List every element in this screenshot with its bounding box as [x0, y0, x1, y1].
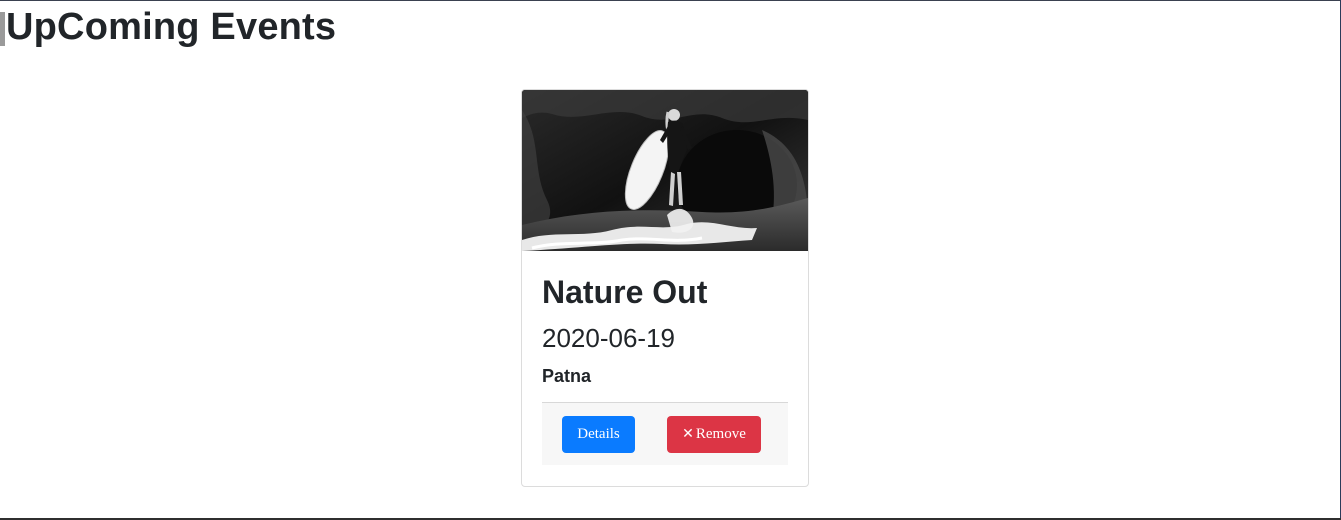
event-place: Patna	[542, 366, 592, 386]
page-title: UpComing Events	[6, 6, 337, 48]
event-card: Nature Out 2020-06-19 Patna Details ✕ Rem…	[521, 89, 809, 487]
remove-button-label: Remove	[695, 426, 746, 442]
window-top-border	[0, 0, 1341, 1]
details-button[interactable]: Details	[562, 416, 635, 453]
event-image	[522, 90, 808, 251]
event-title: Nature Out	[542, 274, 708, 310]
text-cursor	[0, 12, 5, 46]
event-card-footer: Details ✕ Remove	[542, 402, 788, 465]
close-icon: ✕	[682, 426, 694, 442]
remove-button[interactable]: ✕ Remove	[667, 416, 761, 453]
details-button-label: Details	[577, 426, 620, 442]
event-date: 2020-06-19	[542, 323, 675, 353]
